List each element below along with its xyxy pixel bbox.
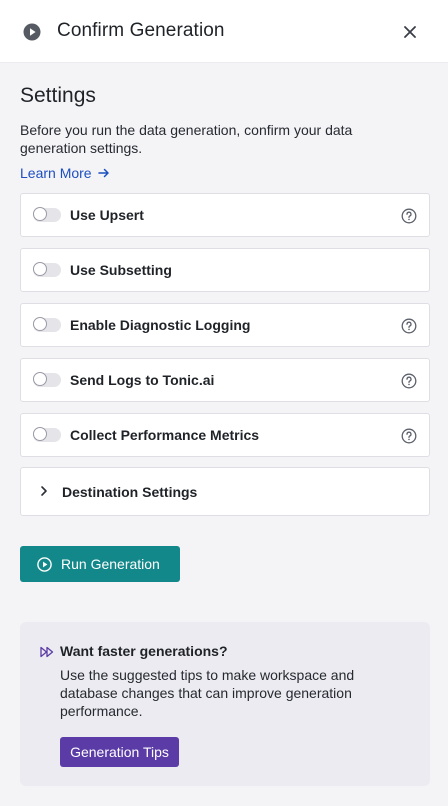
setting-send-logs: Send Logs to Tonic.ai <box>20 358 430 402</box>
fast-forward-icon <box>40 646 54 658</box>
help-icon[interactable] <box>401 373 417 389</box>
faster-generations-panel: Want faster generations? Use the suggest… <box>20 622 430 786</box>
setting-label: Send Logs to Tonic.ai <box>70 372 215 388</box>
use-upsert-toggle[interactable] <box>33 207 61 222</box>
toggle-knob <box>33 372 47 386</box>
tips-title: Want faster generations? <box>60 643 228 659</box>
setting-label: Use Subsetting <box>70 262 172 278</box>
close-button[interactable] <box>399 21 421 43</box>
setting-label: Enable Diagnostic Logging <box>70 317 251 333</box>
generation-tips-button[interactable]: Generation Tips <box>60 737 179 767</box>
toggle-knob <box>33 427 47 441</box>
toggle-knob <box>33 207 47 221</box>
help-icon[interactable] <box>401 208 417 224</box>
play-circle-icon <box>37 556 52 572</box>
close-icon <box>404 26 416 38</box>
tips-body: Use the suggested tips to make workspace… <box>60 667 355 719</box>
learn-more-label: Learn More <box>20 165 92 181</box>
setting-label: Use Upsert <box>70 207 144 223</box>
chevron-right-icon <box>41 486 47 496</box>
destination-settings-expander[interactable]: Destination Settings <box>20 467 430 516</box>
panel-header: Confirm Generation <box>0 0 448 63</box>
setting-use-upsert: Use Upsert <box>20 193 430 237</box>
help-icon[interactable] <box>401 318 417 334</box>
setting-use-subsetting: Use Subsetting <box>20 248 430 292</box>
performance-metrics-toggle[interactable] <box>33 427 61 442</box>
settings-description: Before you run the data generation, conf… <box>20 122 353 156</box>
settings-heading: Settings <box>20 84 96 107</box>
toggle-knob <box>33 317 47 331</box>
diagnostic-logging-toggle[interactable] <box>33 317 61 332</box>
setting-diagnostic-logging: Enable Diagnostic Logging <box>20 303 430 347</box>
setting-performance-metrics: Collect Performance Metrics <box>20 413 430 457</box>
send-logs-toggle[interactable] <box>33 372 61 387</box>
setting-label: Collect Performance Metrics <box>70 427 260 443</box>
learn-more-link[interactable]: Learn More <box>20 164 110 182</box>
destination-settings-label: Destination Settings <box>62 484 198 500</box>
panel-title: Confirm Generation <box>57 20 225 41</box>
play-circle-icon <box>23 23 41 41</box>
arrow-right-icon <box>97 168 109 178</box>
use-subsetting-toggle[interactable] <box>33 262 61 277</box>
help-icon[interactable] <box>401 428 417 444</box>
toggle-knob <box>33 262 47 276</box>
run-generation-button[interactable]: Run Generation <box>20 546 180 582</box>
run-generation-label: Run Generation <box>61 556 160 572</box>
